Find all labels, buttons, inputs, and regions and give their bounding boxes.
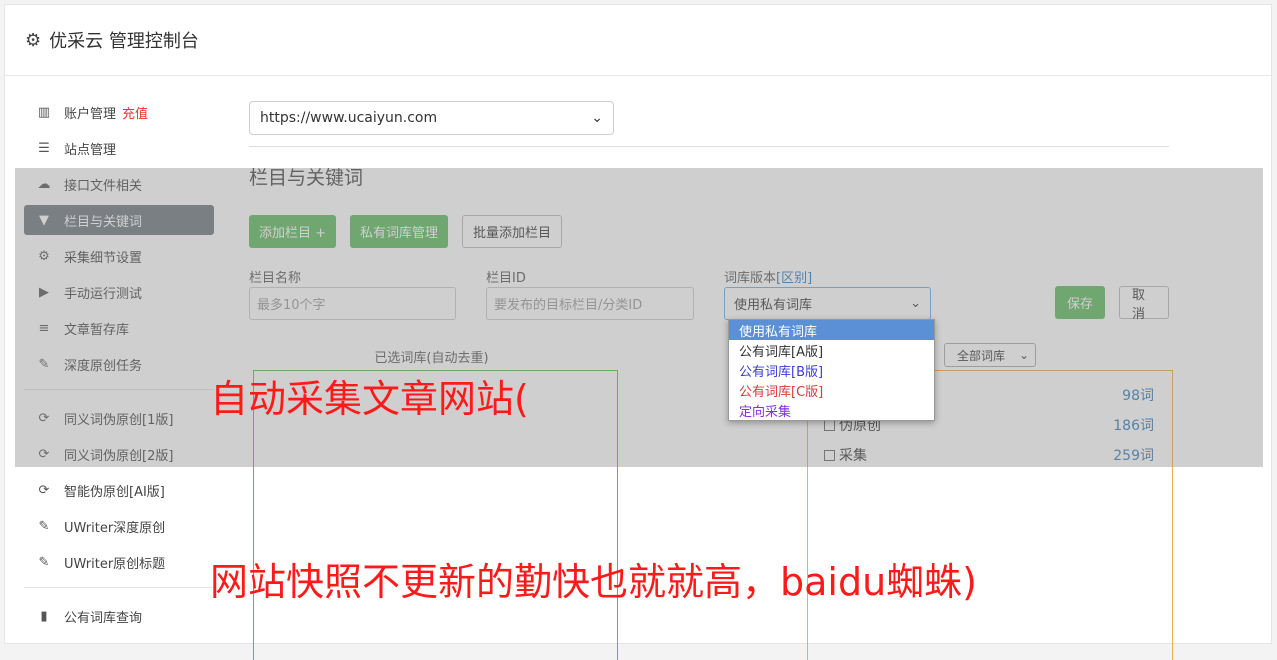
sidebar-item-label: UWriter深度原创	[64, 520, 166, 536]
sidebar-item-uwriter-deep[interactable]: ✎ UWriter深度原创	[24, 511, 214, 541]
chevron-down-icon: ⌄	[591, 110, 603, 126]
caption-line-2: 网站快照不更新的勤快也就就高，baidu蜘蛛)	[210, 560, 977, 604]
site-select[interactable]: https://www.ucaiyun.com ⌄	[249, 101, 614, 135]
dropdown-option[interactable]: 定向采集	[729, 400, 934, 420]
gear-icon: ⚙	[25, 29, 42, 51]
edit-icon: ✎	[38, 554, 50, 570]
sidebar-item-label: 站点管理	[64, 142, 117, 158]
sidebar-item-account[interactable]: ▥ 账户管理 充值	[24, 97, 214, 127]
refresh-icon: ⟳	[38, 482, 50, 498]
site-select-value: https://www.ucaiyun.com	[260, 110, 438, 126]
sidebar-item-ai-rewrite[interactable]: ⟳ 智能伪原创[AI版]	[24, 475, 214, 505]
sidebar-item-label: 智能伪原创[AI版]	[64, 484, 165, 500]
dropdown-option[interactable]: 使用私有词库	[729, 320, 934, 340]
gray-overlay	[15, 168, 1263, 467]
caption-line-1: 自动采集文章网站(	[210, 377, 529, 421]
dropdown-option[interactable]: 公有词库[C版]	[729, 380, 934, 400]
dropdown-option[interactable]: 公有词库[A版]	[729, 340, 934, 360]
sidebar-item-uwriter-title[interactable]: ✎ UWriter原创标题	[24, 547, 214, 577]
server-icon: ☰	[38, 140, 50, 156]
sidebar-item-label: UWriter原创标题	[64, 556, 166, 572]
recharge-link[interactable]: 充值	[122, 103, 148, 122]
divider	[249, 146, 1169, 147]
dropdown-option[interactable]: 公有词库[B版]	[729, 360, 934, 380]
bar-chart-icon: ▥	[37, 104, 51, 120]
page-header: ⚙ 优采云 管理控制台	[5, 5, 1271, 76]
sidebar-item-label: 公有词库查询	[64, 610, 143, 626]
sidebar-item-public-lib[interactable]: ▮ 公有词库查询	[24, 601, 214, 631]
book-icon: ▮	[40, 608, 48, 624]
page-title: 优采云 管理控制台	[49, 31, 199, 52]
edit-icon: ✎	[38, 518, 50, 534]
sidebar-item-sites[interactable]: ☰ 站点管理	[24, 133, 214, 163]
sidebar-divider	[24, 587, 214, 588]
lib-version-dropdown: 使用私有词库 公有词库[A版] 公有词库[B版] 公有词库[C版] 定向采集	[728, 319, 935, 421]
sidebar-item-label: 账户管理	[64, 106, 117, 122]
